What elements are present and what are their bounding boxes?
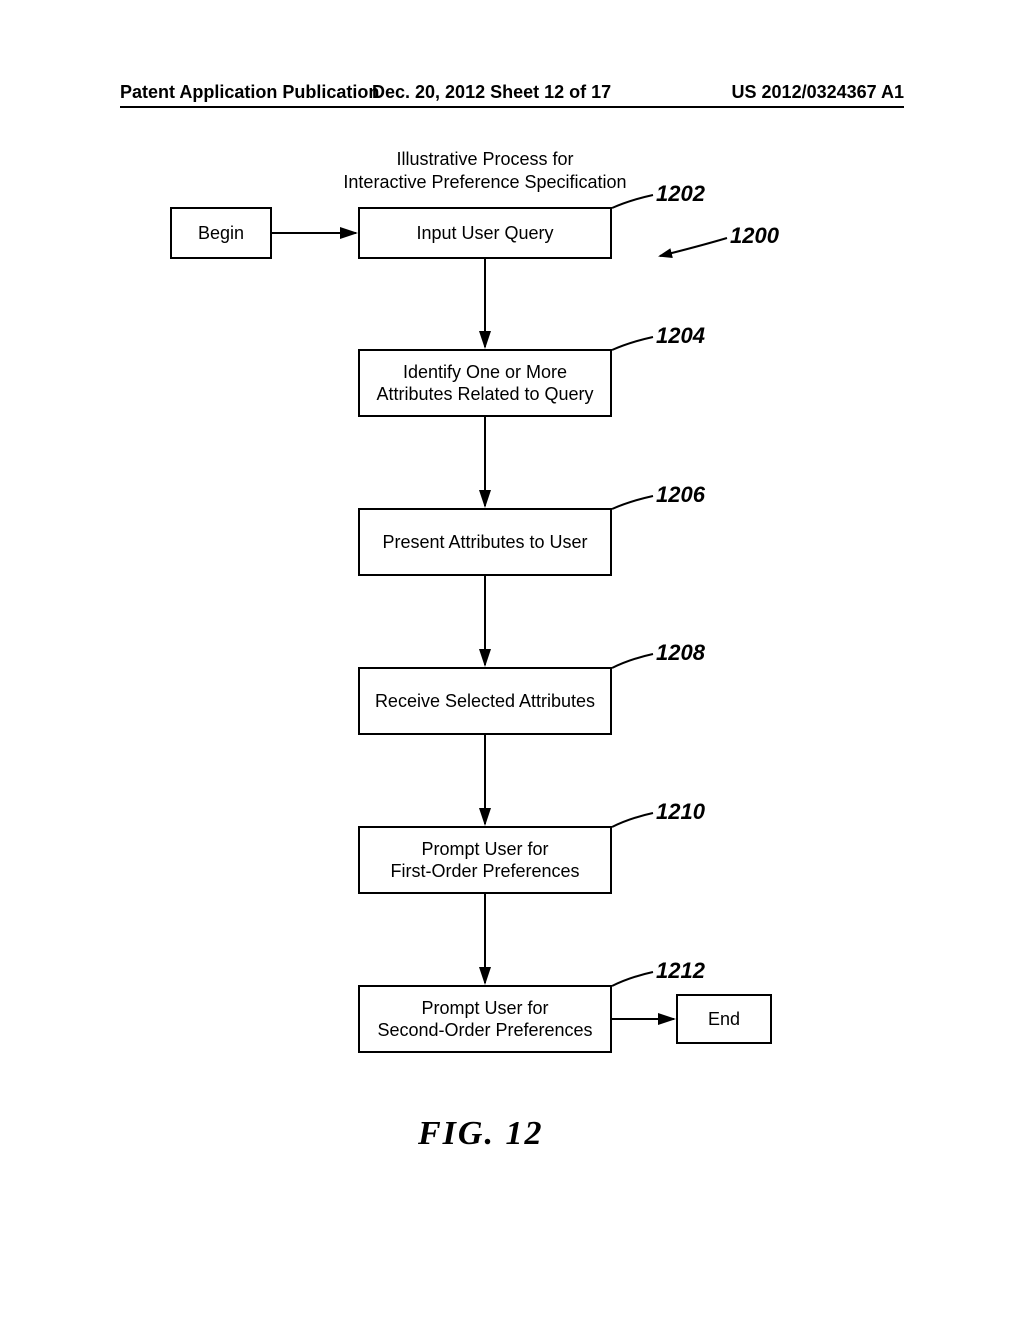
- leader-1202: [612, 195, 653, 208]
- leader-1204: [612, 337, 653, 350]
- leader-1206: [612, 496, 653, 509]
- leader-1200: [660, 238, 727, 256]
- leader-1212: [612, 972, 653, 986]
- connectors-overlay: [0, 0, 1024, 1320]
- leader-1210: [612, 813, 653, 827]
- page: Patent Application Publication Dec. 20, …: [0, 0, 1024, 1320]
- leader-1208: [612, 654, 653, 668]
